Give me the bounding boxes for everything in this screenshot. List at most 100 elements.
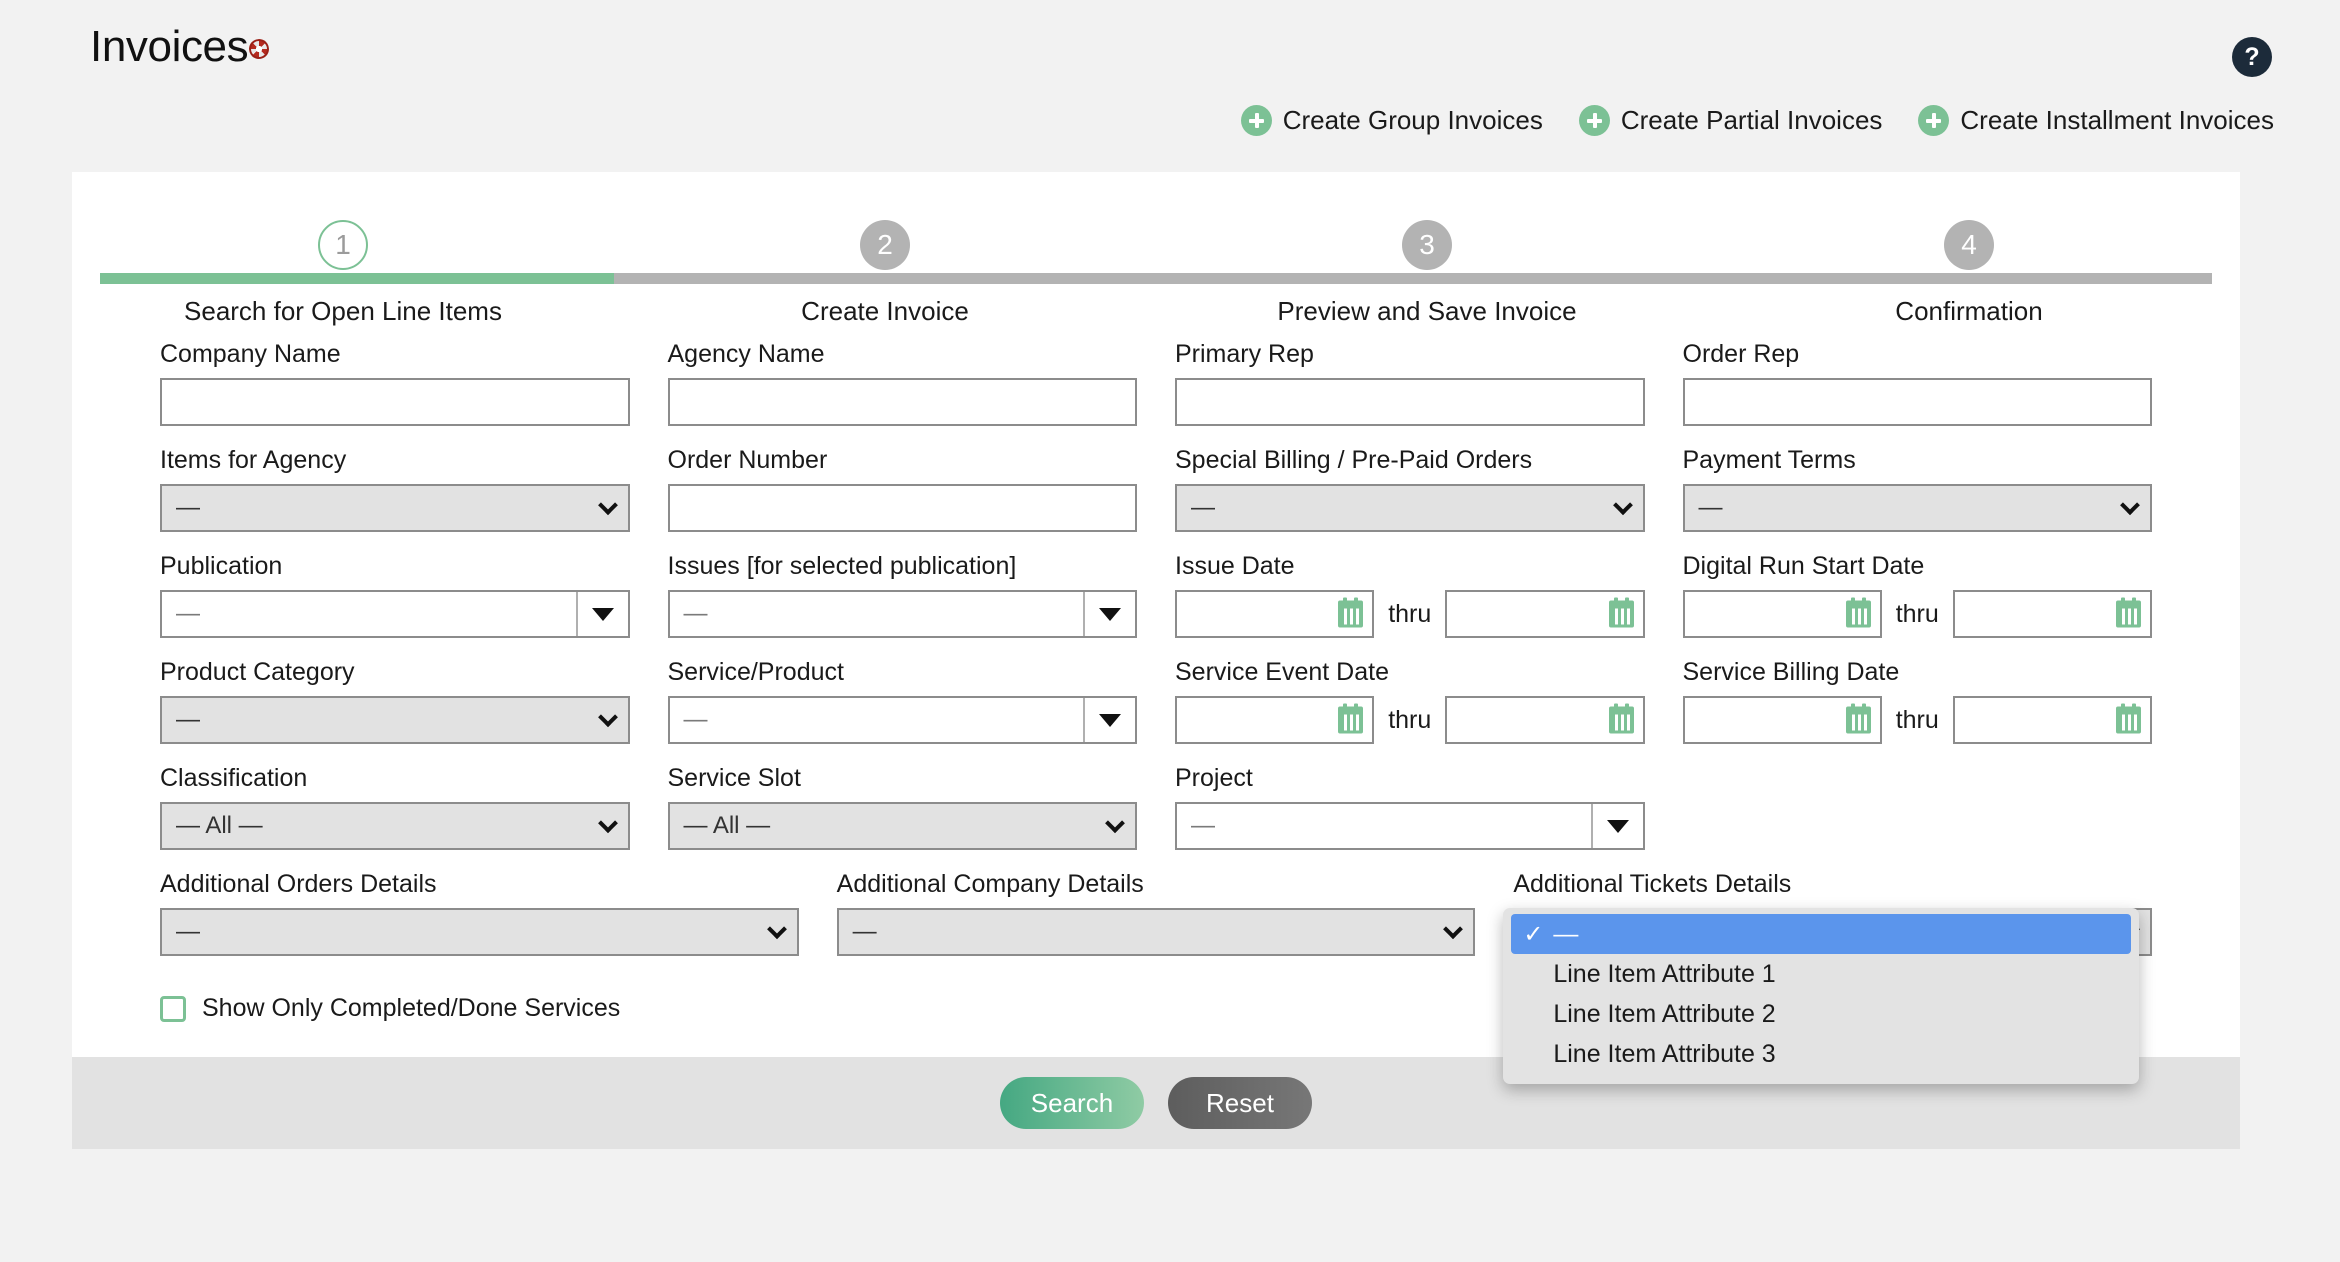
product-category-select[interactable]: —	[160, 696, 630, 744]
calendar-icon[interactable]	[2116, 597, 2141, 628]
payment-terms-select[interactable]: —	[1682, 484, 2152, 532]
special-billing-select[interactable]: —	[1175, 484, 1645, 532]
lifesaver-icon	[249, 39, 270, 59]
calendar-icon[interactable]	[1845, 703, 1871, 734]
issues-combobox[interactable]: —	[667, 590, 1137, 638]
order-rep-label: Order Rep	[1682, 340, 1800, 368]
dropdown-option-1-label: Line Item Attribute 1	[1553, 959, 1776, 988]
additional-tickets-details-label: Additional Tickets Details	[1513, 870, 1792, 898]
step-1-circle[interactable]: 1	[318, 220, 368, 270]
additional-company-details-value: —	[852, 918, 877, 945]
service-billing-date-from-input[interactable]	[1682, 696, 1882, 744]
help-icon[interactable]: ?	[2232, 37, 2272, 77]
step-1: 1 Search for Open Line Items	[72, 220, 614, 332]
create-group-invoices-link[interactable]: Create Group Invoices	[1240, 105, 1543, 136]
service-event-date-to-input[interactable]	[1445, 696, 1645, 744]
chevron-down-icon	[766, 919, 787, 940]
primary-rep-input[interactable]	[1175, 378, 1645, 426]
calendar-icon[interactable]	[2116, 703, 2141, 734]
project-dropdown-button[interactable]	[1590, 804, 1643, 848]
create-installment-invoices-link[interactable]: Create Installment Invoices	[1918, 105, 2274, 136]
step-3-progress-bar	[1156, 273, 1698, 284]
order-rep-input[interactable]	[1682, 378, 2152, 426]
special-billing-label: Special Billing / Pre-Paid Orders	[1175, 446, 1533, 474]
publication-dropdown-button[interactable]	[575, 592, 628, 636]
step-2-circle[interactable]: 2	[860, 220, 910, 270]
service-billing-date-to-input[interactable]	[1952, 696, 2152, 744]
service-product-dropdown-button[interactable]	[1083, 698, 1135, 742]
primary-rep-label: Primary Rep	[1175, 340, 1314, 368]
calendar-icon[interactable]	[1845, 597, 1871, 628]
issues-label: Issues [for selected publication]	[667, 552, 1017, 580]
create-partial-invoices-link[interactable]: Create Partial Invoices	[1578, 105, 1882, 136]
dropdown-option-2-label: Line Item Attribute 2	[1553, 999, 1776, 1028]
service-event-date-from-input[interactable]	[1175, 696, 1375, 744]
dropdown-option-3[interactable]: Line Item Attribute 3	[1511, 1034, 2131, 1074]
step-4-circle[interactable]: 4	[1944, 220, 1994, 270]
issues-dropdown-button[interactable]	[1083, 592, 1135, 636]
company-name-input[interactable]	[160, 378, 630, 426]
create-group-invoices-label: Create Group Invoices	[1282, 105, 1543, 135]
calendar-icon[interactable]	[1608, 703, 1634, 734]
calendar-icon[interactable]	[1608, 597, 1634, 628]
issue-date-range: thru	[1175, 590, 1645, 638]
chevron-down-icon	[2120, 495, 2140, 516]
publication-combobox[interactable]: —	[160, 590, 630, 638]
calendar-icon[interactable]	[1338, 597, 1364, 628]
form-row-6: Additional Orders Details — Additional C…	[160, 870, 2153, 1084]
calendar-icon[interactable]	[1338, 703, 1364, 734]
field-company-name: Company Name	[160, 340, 630, 426]
form-row-4: Product Category — Service/Product — Ser…	[160, 658, 2152, 744]
service-slot-select[interactable]: — All —	[667, 802, 1137, 850]
payment-terms-value: —	[1698, 494, 1723, 521]
additional-orders-details-value: —	[176, 918, 200, 945]
search-form: Company Name Agency Name Primary Rep Ord…	[72, 332, 2240, 1084]
service-event-date-separator: thru	[1388, 705, 1432, 734]
step-3-circle[interactable]: 3	[1402, 220, 1452, 270]
show-only-completed-checkbox[interactable]	[160, 995, 186, 1022]
additional-orders-details-select[interactable]: —	[160, 908, 799, 956]
project-combobox[interactable]: —	[1175, 802, 1645, 850]
wizard-stepper: 1 Search for Open Line Items 2 Create In…	[72, 172, 2240, 332]
items-for-agency-select[interactable]: —	[160, 484, 630, 532]
chevron-down-icon	[1443, 919, 1464, 940]
step-4-progress-bar	[1698, 273, 2212, 284]
additional-tickets-details-dropdown: ✓ — Line Item Attribute 1 Line Item Attr…	[1503, 908, 2140, 1084]
field-service-event-date: Service Event Date thru	[1175, 658, 1645, 744]
reset-button[interactable]: Reset	[1168, 1077, 1312, 1129]
field-digital-run-start-date: Digital Run Start Date thru	[1682, 552, 2152, 638]
service-product-combobox[interactable]: —	[667, 696, 1137, 744]
field-payment-terms: Payment Terms —	[1682, 446, 2152, 532]
issue-date-separator: thru	[1388, 599, 1432, 628]
issues-value: —	[683, 600, 708, 627]
field-publication: Publication —	[160, 552, 630, 638]
product-category-value: —	[176, 706, 200, 733]
issue-date-to-input[interactable]	[1445, 590, 1645, 638]
step-4-label: Confirmation	[1895, 296, 2043, 326]
service-billing-date-separator: thru	[1895, 705, 1939, 734]
digital-run-start-date-to-input[interactable]	[1952, 590, 2152, 638]
digital-run-start-date-from-input[interactable]	[1682, 590, 1882, 638]
issue-date-from-input[interactable]	[1175, 590, 1375, 638]
dropdown-option-0[interactable]: ✓ —	[1511, 914, 2132, 954]
form-row-2: Items for Agency — Order Number Special …	[160, 446, 2152, 532]
field-primary-rep: Primary Rep	[1175, 340, 1645, 426]
chevron-down-icon	[1105, 813, 1125, 834]
dropdown-option-1[interactable]: Line Item Attribute 1	[1511, 954, 2131, 994]
additional-company-details-select[interactable]: —	[836, 908, 1476, 956]
service-billing-date-range: thru	[1682, 696, 2152, 744]
items-for-agency-label: Items for Agency	[160, 446, 347, 474]
service-slot-label: Service Slot	[667, 764, 801, 792]
dropdown-option-2[interactable]: Line Item Attribute 2	[1511, 994, 2131, 1034]
agency-name-input[interactable]	[667, 378, 1137, 426]
invoice-search-card: 1 Search for Open Line Items 2 Create In…	[72, 172, 2240, 1149]
search-button[interactable]: Search	[1000, 1077, 1144, 1129]
triangle-down-icon	[1606, 819, 1629, 833]
field-issues: Issues [for selected publication] —	[667, 552, 1137, 638]
page-title-text: Invoices	[90, 22, 249, 71]
dropdown-option-0-label: —	[1553, 919, 1579, 948]
order-number-input[interactable]	[667, 484, 1137, 532]
field-service-product: Service/Product —	[667, 658, 1137, 744]
classification-select[interactable]: — All —	[160, 802, 630, 850]
field-additional-company-details: Additional Company Details —	[836, 870, 1476, 956]
